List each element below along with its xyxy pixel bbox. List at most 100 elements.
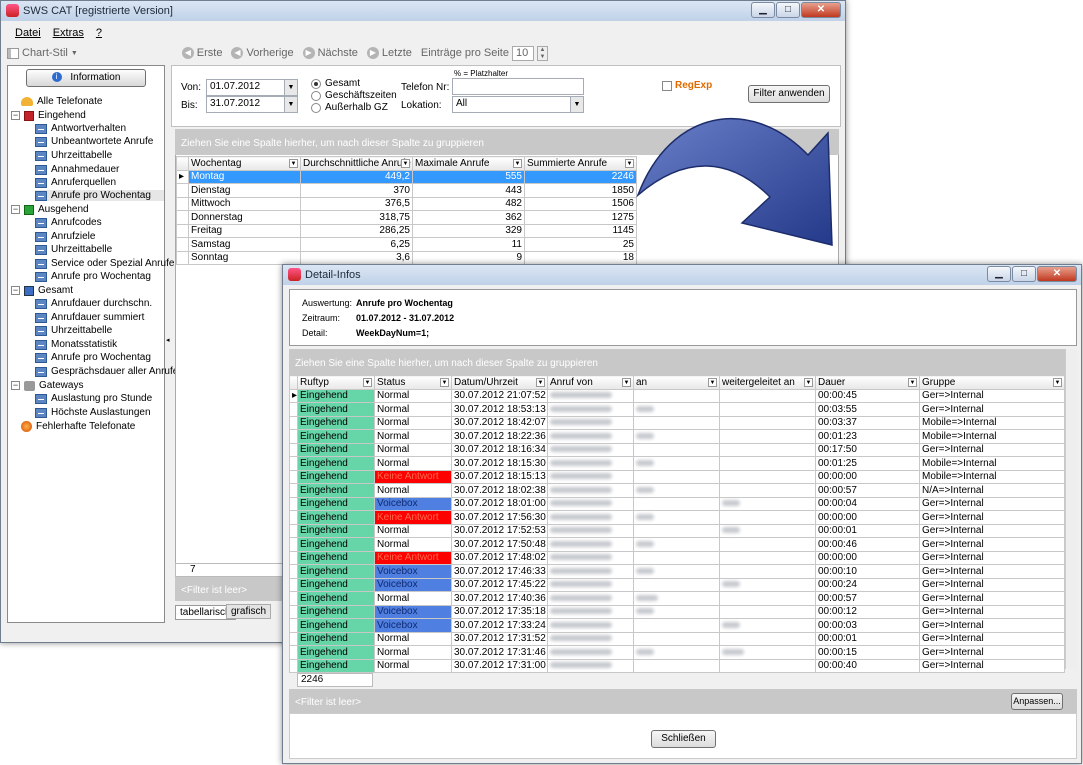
filter-dropdown-icon[interactable]: ▼	[622, 378, 631, 387]
sidebar-item-anrufdauer-summiert[interactable]: Anrufdauer summiert	[35, 312, 144, 323]
col-an[interactable]: an ▼	[633, 375, 720, 390]
table-row[interactable]: Eingehend Keine Antwort 30.07.2012 17:56:3…	[289, 510, 1065, 525]
col-anruf-von[interactable]: Anruf von ▼	[547, 375, 634, 390]
collapse-icon[interactable]: −	[11, 286, 20, 295]
sidebar-item-uhrzeittabelle-aus[interactable]: Uhrzeittabelle	[35, 244, 112, 255]
telefon-input[interactable]	[452, 78, 584, 95]
splitter-handle[interactable]: ◂	[166, 336, 170, 344]
sidebar-item-hoechste[interactable]: Höchste Auslastungen	[35, 407, 151, 418]
col-wochentag[interactable]: Wochentag ▼	[188, 156, 301, 171]
menu-help[interactable]: ?	[96, 27, 102, 39]
detail-title-bar[interactable]: Detail-Infos ▁ □ ✕	[283, 265, 1081, 285]
col-maximal[interactable]: Maximale Anrufe ▼	[412, 156, 525, 171]
col-ruftyp[interactable]: Ruftyp ▼	[297, 375, 375, 390]
minimize-icon[interactable]: ▁	[987, 266, 1011, 282]
tab-grafisch[interactable]: grafisch	[226, 604, 272, 619]
maximize-icon[interactable]: □	[776, 2, 800, 18]
table-row[interactable]: Eingehend Normal 30.07.2012 17:40:36 00:00:…	[289, 591, 1065, 606]
table-row[interactable]: Eingehend Keine Antwort 30.07.2012 18:15:1…	[289, 469, 1065, 484]
sidebar-item-gateways[interactable]: − Gateways	[11, 380, 83, 391]
table-row[interactable]: Mittwoch 376,5 482 1506	[176, 196, 637, 211]
table-row[interactable]: Eingehend Normal 30.07.2012 17:31:00 00:00:…	[289, 658, 1065, 673]
table-row[interactable]: Sonntag 3,6 9 18	[176, 250, 637, 265]
sidebar-item-annahmedauer[interactable]: Annahmedauer	[35, 164, 119, 175]
per-page-input[interactable]: 10	[511, 45, 534, 61]
table-row[interactable]: Eingehend Voicebox 30.07.2012 17:33:24 00:0…	[289, 618, 1065, 633]
sidebar-item-auslastung[interactable]: Auslastung pro Stunde	[35, 393, 152, 404]
customize-button[interactable]: Anpassen...	[1011, 693, 1063, 710]
col-durchschnitt[interactable]: Durchschnittliche Anrufe ▼	[300, 156, 413, 171]
table-row[interactable]: Dienstag 370 443 1850	[176, 183, 637, 198]
col-datum[interactable]: Datum/Uhrzeit ▼	[451, 375, 548, 390]
table-row[interactable]: Eingehend Normal 30.07.2012 18:15:30 00:01:…	[289, 456, 1065, 471]
table-row[interactable]: Eingehend Normal 30.07.2012 18:02:38 00:00:…	[289, 483, 1065, 498]
sidebar-item-gespraechsdauer[interactable]: Gesprächsdauer aller Anrufe	[35, 366, 178, 377]
radio-ausserhalb[interactable]: Außerhalb GZ	[311, 102, 388, 113]
table-row[interactable]: Eingehend Voicebox 30.07.2012 17:35:18 00:0…	[289, 604, 1065, 619]
filter-dropdown-icon[interactable]: ▼	[708, 378, 717, 387]
filter-dropdown-icon[interactable]: ▼	[401, 159, 410, 168]
table-row[interactable]: Eingehend Voicebox 30.07.2012 17:45:22 00:0…	[289, 577, 1065, 592]
sidebar-item-anrufe-pro-wochentag-aus[interactable]: Anrufe pro Wochentag	[35, 271, 151, 282]
table-row[interactable]: Eingehend Normal 30.07.2012 18:16:34 00:17:…	[289, 442, 1065, 457]
table-row[interactable]: Eingehend Normal 30.07.2012 18:22:36 00:01:…	[289, 429, 1065, 444]
filter-dropdown-icon[interactable]: ▼	[289, 159, 298, 168]
table-row[interactable]: ▸ Montag 449,2 555 2246	[176, 169, 637, 184]
table-row[interactable]: Eingehend Normal 30.07.2012 17:31:52 00:00:…	[289, 631, 1065, 646]
radio-geschaeftszeiten[interactable]: Geschäftszeiten	[311, 90, 397, 101]
menu-extras[interactable]: Extras	[53, 27, 84, 39]
sidebar-item-fehlerhafte[interactable]: Fehlerhafte Telefonate	[21, 421, 135, 432]
table-row[interactable]: Eingehend Normal 30.07.2012 18:53:13 00:03:…	[289, 402, 1065, 417]
filter-dropdown-icon[interactable]: ▼	[363, 378, 372, 387]
next-button[interactable]: ▶ Nächste	[302, 47, 358, 59]
table-row[interactable]: Eingehend Normal 30.07.2012 17:52:53 00:00:…	[289, 523, 1065, 538]
sidebar-item-anruferquellen[interactable]: Anruferquellen	[35, 177, 116, 188]
von-date-field[interactable]: 01.07.2012 ▼	[206, 79, 298, 96]
filter-dropdown-icon[interactable]: ▼	[804, 378, 813, 387]
calendar-dropdown-icon[interactable]: ▼	[284, 80, 297, 95]
radio-gesamt[interactable]: Gesamt	[311, 78, 360, 89]
sidebar-item-anrufe-pro-wochentag-ein[interactable]: Anrufe pro Wochentag	[35, 190, 164, 201]
filter-dropdown-icon[interactable]: ▼	[908, 378, 917, 387]
table-row[interactable]: Eingehend Keine Antwort 30.07.2012 17:48:0…	[289, 550, 1065, 565]
table-row[interactable]: Eingehend Normal 30.07.2012 17:50:48 00:00:…	[289, 537, 1065, 552]
chevron-down-icon[interactable]: ▼	[570, 97, 583, 112]
calendar-dropdown-icon[interactable]: ▼	[284, 97, 297, 112]
collapse-icon[interactable]: −	[11, 381, 20, 390]
sidebar-item-anrufcodes[interactable]: Anrufcodes	[35, 217, 102, 228]
close-button[interactable]: Schließen	[651, 730, 716, 748]
col-dauer[interactable]: Dauer ▼	[815, 375, 920, 390]
menu-datei[interactable]: Datei	[15, 27, 41, 39]
information-button[interactable]: i Information	[26, 69, 146, 87]
main-title-bar[interactable]: SWS CAT [registrierte Version] ▁ □ ✕	[1, 1, 845, 21]
sidebar-item-antwortverhalten[interactable]: Antwortverhalten	[35, 123, 126, 134]
maximize-icon[interactable]: □	[1012, 266, 1036, 282]
detail-scrollbar[interactable]	[1065, 349, 1077, 669]
sidebar-item-anrufdauer-durchschn[interactable]: Anrufdauer durchschn.	[35, 298, 152, 309]
sidebar-item-ausgehend[interactable]: − Ausgehend	[11, 204, 89, 215]
col-gruppe[interactable]: Gruppe ▼	[919, 375, 1065, 390]
table-row[interactable]: Freitag 286,25 329 1145	[176, 223, 637, 238]
lokation-select[interactable]: All ▼	[452, 96, 584, 113]
sidebar-item-service[interactable]: Service oder Spezial Anrufe	[35, 258, 174, 269]
table-row[interactable]: Eingehend Voicebox 30.07.2012 18:01:00 00:0…	[289, 496, 1065, 511]
table-row[interactable]: Donnerstag 318,75 362 1275	[176, 210, 637, 225]
last-button[interactable]: ▶ Letzte	[366, 47, 412, 59]
sidebar-item-eingehend[interactable]: − Eingehend	[11, 110, 86, 121]
table-row[interactable]: Eingehend Normal 30.07.2012 18:42:07 00:03:…	[289, 415, 1065, 430]
sidebar-item-unbeantwortete[interactable]: Unbeantwortete Anrufe	[35, 136, 153, 147]
chart-style-button[interactable]: Chart-Stil ▼	[7, 47, 78, 59]
minimize-icon[interactable]: ▁	[751, 2, 775, 18]
sidebar-item-gesamt[interactable]: − Gesamt	[11, 285, 73, 296]
filter-dropdown-icon[interactable]: ▼	[513, 159, 522, 168]
filter-dropdown-icon[interactable]: ▼	[440, 378, 449, 387]
sidebar-item-alle-telefonate[interactable]: Alle Telefonate	[21, 96, 102, 107]
sidebar-item-anrufziele[interactable]: Anrufziele	[35, 231, 95, 242]
table-row[interactable]: Eingehend Normal 30.07.2012 17:31:46 00:00:…	[289, 645, 1065, 660]
table-row[interactable]: ▸ Eingehend Normal 30.07.2012 21:07:52 00:00…	[289, 388, 1065, 403]
filter-dropdown-icon[interactable]: ▼	[1053, 378, 1062, 387]
sidebar-item-uhrzeittabelle-ges[interactable]: Uhrzeittabelle	[35, 325, 112, 336]
detail-group-by-panel[interactable]: Ziehen Sie eine Spalte hierher, um nach …	[289, 349, 1065, 375]
close-icon[interactable]: ✕	[1037, 266, 1077, 282]
table-row[interactable]: Eingehend Voicebox 30.07.2012 17:46:33 00:0…	[289, 564, 1065, 579]
